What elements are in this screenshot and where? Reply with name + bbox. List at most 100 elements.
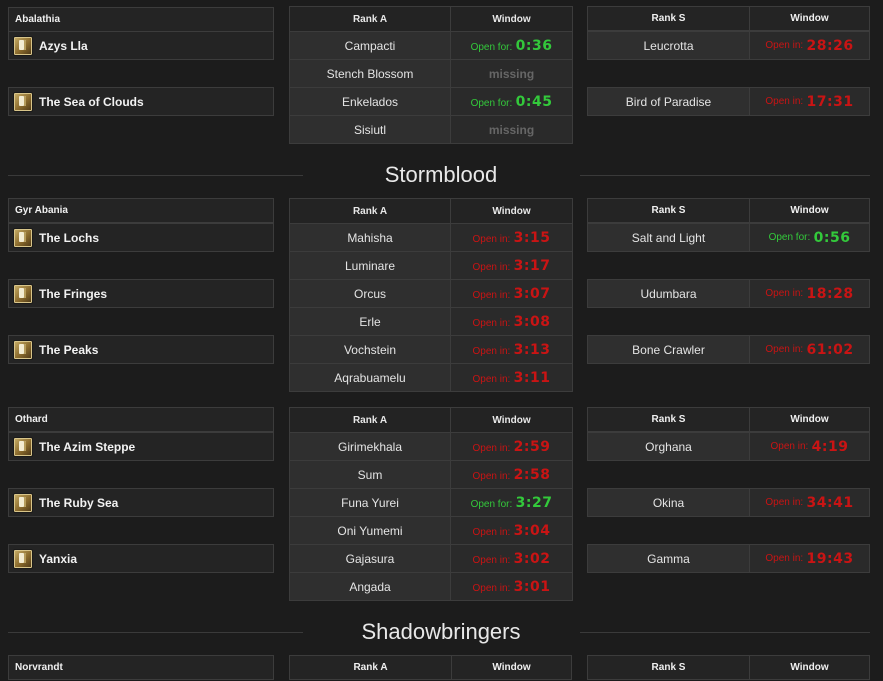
- table-row: Sisiutl missing: [289, 115, 573, 144]
- rank-s-header: Rank S: [588, 7, 750, 30]
- zone-name: The Azim Steppe: [39, 439, 136, 454]
- divider: [8, 175, 303, 176]
- rank-s-header-row: Rank S Window: [587, 6, 870, 31]
- table-row: Orcus Open in: 3:07: [289, 279, 573, 308]
- table-row: Campacti Open for: 0:36: [289, 31, 573, 60]
- mob-name: Campacti: [289, 31, 451, 60]
- spawn-window: Open in: 3:07: [450, 279, 573, 308]
- spawn-window: Open in: 3:08: [450, 307, 573, 336]
- zone-name: The Lochs: [39, 230, 100, 245]
- rank-s-row: Salt and Light Open for: 0:56: [587, 223, 870, 252]
- spawn-window: Open in: 3:15: [450, 223, 573, 252]
- rank-a-header: Rank A: [289, 6, 451, 32]
- zone-the-fringes[interactable]: The Fringes: [8, 279, 274, 308]
- spawn-window: Open in: 2:59: [450, 432, 573, 461]
- window-header: Window: [790, 414, 829, 425]
- spawn-window: Open in: 17:31: [750, 88, 869, 115]
- spawn-window: Open in: 28:26: [750, 32, 869, 59]
- rank-s-header: Rank S: [588, 199, 750, 222]
- map-icon: [13, 91, 33, 112]
- mob-name: Bone Crawler: [588, 336, 750, 363]
- zone-name: The Sea of Clouds: [39, 94, 144, 109]
- mob-name: Sisiutl: [289, 115, 451, 144]
- table-row: Oni Yumemi Open in: 3:04: [289, 516, 573, 545]
- mob-name: Stench Blossom: [289, 59, 451, 88]
- rank-a-header: Rank A: [290, 656, 452, 679]
- spawn-window: missing: [450, 59, 573, 88]
- mob-name: Erle: [289, 307, 451, 336]
- mob-name: Luminare: [289, 251, 451, 280]
- mob-name: Leucrotta: [588, 32, 750, 59]
- rank-s-header-row: Rank S Window: [587, 407, 870, 432]
- rank-s-header-row: Rank S Window: [587, 655, 870, 680]
- region-header-gyr-abania: Gyr Abania: [8, 198, 274, 223]
- mob-name: Sum: [289, 460, 451, 489]
- mob-name: Gamma: [588, 545, 750, 572]
- spawn-window: Open in: 61:02: [750, 336, 869, 363]
- expansion-title: Shadowbringers: [361, 619, 521, 644]
- table-row: Enkelados Open for: 0:45: [289, 87, 573, 116]
- expansion-title: Stormblood: [384, 162, 498, 187]
- rank-s-row: Leucrotta Open in: 28:26: [587, 31, 870, 60]
- map-icon: [13, 283, 33, 304]
- zone-the-lochs[interactable]: The Lochs: [8, 223, 274, 252]
- window-header: Window: [790, 662, 829, 673]
- rank-s-header: Rank S: [588, 656, 750, 679]
- table-row: Girimekhala Open in: 2:59: [289, 432, 573, 461]
- zone-the-peaks[interactable]: The Peaks: [8, 335, 274, 364]
- mob-name: Okina: [588, 489, 750, 516]
- table-row: Mahisha Open in: 3:15: [289, 223, 573, 252]
- table-row: Sum Open in: 2:58: [289, 460, 573, 489]
- zone-the-ruby-sea[interactable]: The Ruby Sea: [8, 488, 274, 517]
- table-row: Erle Open in: 3:08: [289, 307, 573, 336]
- mob-name: Oni Yumemi: [289, 516, 451, 545]
- map-icon: [13, 35, 33, 56]
- divider: [8, 632, 303, 633]
- region-header-norvrandt: Norvrandt: [8, 655, 274, 680]
- divider: [580, 175, 870, 176]
- zone-azys-lla[interactable]: Azys Lla: [8, 31, 274, 60]
- table-row: Vochstein Open in: 3:13: [289, 335, 573, 364]
- map-icon: [13, 227, 33, 248]
- rank-s-row: Bone Crawler Open in: 61:02: [587, 335, 870, 364]
- rank-s-row: Orghana Open in: 4:19: [587, 432, 870, 461]
- rank-s-row: Bird of Paradise Open in: 17:31: [587, 87, 870, 116]
- zone-name: Yanxia: [39, 551, 78, 566]
- rank-s-row: Okina Open in: 34:41: [587, 488, 870, 517]
- spawn-window: Open in: 4:19: [750, 433, 869, 460]
- mob-name: Enkelados: [289, 87, 451, 116]
- rank-a-table-othard: Rank A Window Girimekhala Open in: 2:59 …: [289, 407, 573, 601]
- mob-name: Orcus: [289, 279, 451, 308]
- spawn-window: Open in: 18:28: [750, 280, 869, 307]
- rank-a-table-gyr-abania: Rank A Window Mahisha Open in: 3:15 Lumi…: [289, 198, 573, 392]
- spawn-window: Open in: 3:02: [450, 544, 573, 573]
- spawn-window: Open in: 3:17: [450, 251, 573, 280]
- window-header: Window: [450, 407, 573, 433]
- mob-name: Girimekhala: [289, 432, 451, 461]
- table-row: Funa Yurei Open for: 3:27: [289, 488, 573, 517]
- map-icon: [13, 339, 33, 360]
- mob-name: Udumbara: [588, 280, 750, 307]
- spawn-window: missing: [450, 115, 573, 144]
- divider: [580, 632, 870, 633]
- region-header-othard: Othard: [8, 407, 274, 432]
- mob-name: Salt and Light: [588, 224, 750, 251]
- zone-the-azim-steppe[interactable]: The Azim Steppe: [8, 432, 274, 461]
- region-name: Othard: [15, 414, 48, 425]
- zone-name: The Ruby Sea: [39, 495, 119, 510]
- rank-s-header: Rank S: [588, 408, 750, 431]
- spawn-window: Open in: 3:04: [450, 516, 573, 545]
- spawn-window: Open in: 34:41: [750, 489, 869, 516]
- spawn-window: Open in: 3:01: [450, 572, 573, 601]
- zone-the-sea-of-clouds[interactable]: The Sea of Clouds: [8, 87, 274, 116]
- rank-s-header-row: Rank S Window: [587, 198, 870, 223]
- mob-name: Mahisha: [289, 223, 451, 252]
- table-row: Stench Blossom missing: [289, 59, 573, 88]
- zone-yanxia[interactable]: Yanxia: [8, 544, 274, 573]
- mob-name: Orghana: [588, 433, 750, 460]
- spawn-window: Open in: 3:13: [450, 335, 573, 364]
- window-header: Window: [492, 662, 531, 673]
- rank-a-header: Rank A: [289, 407, 451, 433]
- window-header: Window: [790, 13, 829, 24]
- rank-s-row: Gamma Open in: 19:43: [587, 544, 870, 573]
